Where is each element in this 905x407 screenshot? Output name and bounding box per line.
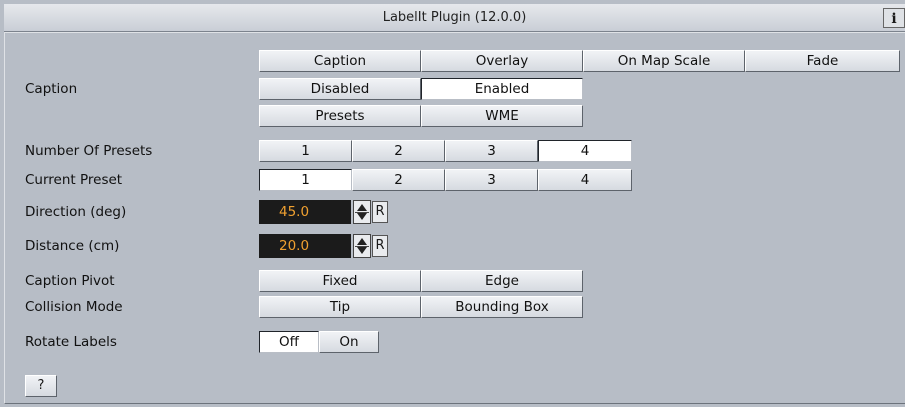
distance-reset-button[interactable]: R [372,235,388,257]
number-of-presets-2[interactable]: 2 [352,140,445,162]
direction-spinner[interactable] [353,200,371,224]
current-preset-1[interactable]: 1 [259,169,352,191]
arrow-down-icon[interactable] [357,213,367,220]
plugin-panel: Caption Overlay On Map Scale Fade Captio… [4,32,905,404]
tab-overlay[interactable]: Overlay [421,50,583,72]
distance-spinner[interactable] [353,234,371,258]
caption-pivot-edge-button[interactable]: Edge [421,270,583,292]
tab-fade[interactable]: Fade [745,50,900,72]
number-of-presets-1[interactable]: 1 [259,140,352,162]
title-bar: LabelIt Plugin (12.0.0) i [4,4,905,32]
presets-button[interactable]: Presets [259,105,421,127]
rotate-labels-off-button[interactable]: Off [259,331,319,353]
number-of-presets-3[interactable]: 3 [445,140,538,162]
current-preset-3[interactable]: 3 [445,169,538,191]
direction-input[interactable]: 45.0 [259,200,351,224]
rotate-labels-on-button[interactable]: On [319,331,379,353]
distance-input[interactable]: 20.0 [259,234,351,258]
caption-label: Caption [25,81,78,97]
direction-reset-button[interactable]: R [372,201,388,223]
current-preset-2[interactable]: 2 [352,169,445,191]
collision-mode-label: Collision Mode [25,299,123,315]
wme-button[interactable]: WME [421,105,583,127]
current-preset-label: Current Preset [25,172,123,188]
arrow-up-icon[interactable] [357,204,367,211]
collision-mode-bounding-box-button[interactable]: Bounding Box [421,296,583,318]
help-button[interactable]: ? [25,375,57,397]
tab-caption[interactable]: Caption [259,50,421,72]
info-button[interactable]: i [883,8,905,28]
rotate-labels-label: Rotate Labels [25,334,117,350]
current-preset-4[interactable]: 4 [538,169,632,191]
direction-label: Direction (deg) [25,204,127,220]
number-of-presets-label: Number Of Presets [25,143,153,159]
window-title: LabelIt Plugin (12.0.0) [382,10,527,25]
caption-pivot-fixed-button[interactable]: Fixed [259,270,421,292]
tab-on-map-scale[interactable]: On Map Scale [583,50,745,72]
distance-label: Distance (cm) [25,238,120,254]
number-of-presets-4[interactable]: 4 [538,140,632,162]
arrow-down-icon[interactable] [357,247,367,254]
collision-mode-tip-button[interactable]: Tip [259,296,421,318]
caption-disabled-button[interactable]: Disabled [259,78,421,100]
caption-enabled-button[interactable]: Enabled [421,78,583,100]
caption-pivot-label: Caption Pivot [25,273,115,289]
arrow-up-icon[interactable] [357,238,367,245]
